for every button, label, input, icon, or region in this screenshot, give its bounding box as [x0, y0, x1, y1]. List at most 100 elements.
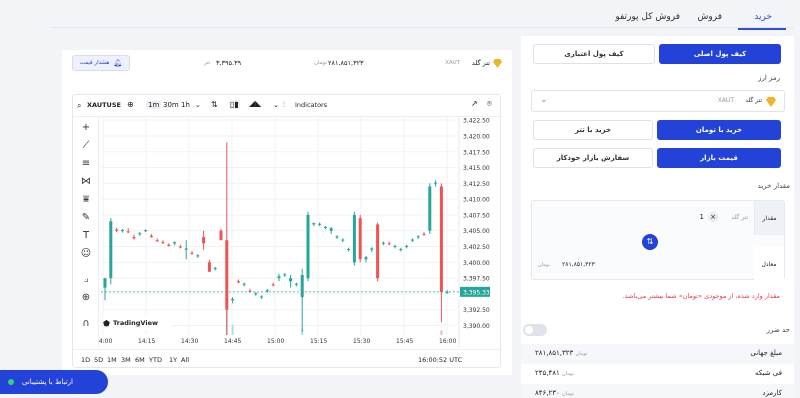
support-button[interactable]: ارتباط با پشتیبانی	[0, 370, 108, 394]
y-tick-label: 3,400.00	[463, 260, 490, 267]
area-chart-icon[interactable]: ◢◣	[249, 99, 261, 108]
brush-icon[interactable]: ✎	[79, 211, 93, 225]
indicators-icon[interactable]: ⫶	[283, 100, 285, 110]
text-icon[interactable]: T	[79, 229, 93, 243]
candle-body	[364, 257, 368, 260]
candle-body	[184, 248, 188, 250]
candle-body	[399, 249, 403, 251]
crypto-label: رمز ارز	[758, 74, 780, 82]
y-tick-label: 3,410.00	[463, 197, 490, 204]
candle-body	[149, 235, 153, 238]
candles-icon[interactable]: ▯▮	[229, 100, 240, 109]
tradingview-logo: ⬟ TradingView	[103, 315, 171, 331]
amount-field-label: مقدار	[754, 201, 784, 235]
trend-line-icon[interactable]: ⟋	[79, 139, 93, 153]
pattern-icon[interactable]: ⋈	[79, 175, 93, 189]
credit-wallet-button[interactable]: کیف پول اعتباری	[533, 44, 655, 64]
tether-gold-icon	[493, 59, 502, 68]
bell-icon: 🔔︎	[113, 59, 123, 67]
compare-icon[interactable]: ⇅	[211, 100, 218, 109]
asset-select-symbol: XAUT	[717, 97, 734, 104]
chevron-down-icon: ⌄	[540, 95, 548, 105]
stop-loss-toggle[interactable]	[523, 324, 547, 336]
candle-body	[242, 283, 246, 285]
tab-sell[interactable]: فروش	[697, 12, 722, 22]
candle-body	[410, 239, 414, 241]
y-tick-label: 3,422.50	[463, 118, 490, 125]
asset-select-name: تتر گلد	[745, 97, 762, 104]
market-price-button[interactable]: قیمت بازار	[657, 148, 781, 168]
price-alert-label: هشدار قیمت	[79, 60, 110, 66]
tether-gold-icon	[766, 97, 776, 107]
chevron-down-icon[interactable]: ⌄	[273, 101, 279, 109]
tradingview-brand: TradingView	[112, 319, 158, 327]
x-tick-label: 14:15	[138, 338, 155, 345]
asset-select[interactable]: تتر گلد XAUT ⌄	[531, 90, 785, 112]
search-icon[interactable]: ⌕	[77, 101, 81, 111]
interval-30m[interactable]: 30m	[163, 101, 179, 109]
price-chart[interactable]: 3,422.50 3,420.00 3,417.50 3,415.00 3,412.50…	[99, 117, 502, 347]
price-alert-button[interactable]: هشدار قیمت 🔔︎	[72, 55, 130, 71]
emoji-icon[interactable]: ☺	[79, 247, 93, 261]
summary-row: مبلغ جهانی ۲۸۱,۸۵۱,۳۲۳ تومان	[521, 344, 794, 364]
horizontal-lines-icon[interactable]: ≡	[79, 157, 93, 171]
range-1d[interactable]: 1D	[81, 356, 90, 364]
buy-with-tether-button[interactable]: خرید با تتر	[533, 120, 653, 140]
magnet-icon[interactable]: ∩	[79, 317, 93, 331]
candle-body	[329, 228, 333, 231]
tab-buy[interactable]: خرید	[754, 12, 772, 22]
range-3m[interactable]: 3M	[121, 356, 131, 364]
clear-icon[interactable]: ×	[708, 212, 718, 222]
candle-body	[416, 236, 420, 238]
tab-sell-portfolio[interactable]: فروش کل پورتفو	[615, 12, 680, 22]
candle-body	[207, 262, 211, 272]
buy-with-toman-button[interactable]: خرید با تومان	[657, 120, 781, 140]
candle-body	[387, 243, 391, 245]
amount-unit: تتر گلد	[731, 214, 748, 221]
candle-body	[294, 283, 298, 285]
candle-body	[132, 237, 136, 239]
candle-body	[376, 224, 380, 279]
range-ytd[interactable]: YTD	[149, 356, 162, 364]
candle-body	[393, 245, 397, 247]
chart-symbol[interactable]: XAUTUSE	[87, 101, 121, 109]
x-tick-label: 14:45	[224, 338, 241, 345]
candle-body	[231, 298, 235, 301]
range-6m[interactable]: 6M	[135, 356, 145, 364]
chevron-down-icon[interactable]: ⌄	[195, 101, 201, 109]
candle-body	[173, 242, 177, 244]
x-tick-label: 16:00	[439, 338, 456, 345]
candle-body	[213, 268, 217, 270]
main-wallet-button[interactable]: کیف پول اصلی	[659, 44, 781, 64]
open-external-icon[interactable]: ↗	[471, 99, 478, 108]
summary-unit: تومان	[562, 371, 574, 377]
equivalent-label: معادل	[754, 247, 784, 281]
x-tick-label: 15:45	[396, 338, 413, 345]
range-all[interactable]: All	[181, 356, 189, 364]
add-symbol-icon[interactable]: ⊕	[127, 100, 134, 109]
range-1m[interactable]: 1M	[107, 356, 117, 364]
volume-bar	[231, 324, 234, 335]
online-status-icon	[8, 379, 14, 385]
zoom-in-icon[interactable]: ⊕	[79, 291, 93, 305]
candle-body	[120, 230, 124, 232]
y-tick-label: 3,417.50	[463, 149, 490, 156]
order-panel: کیف پول اصلی کیف پول اعتباری رمز ارز تتر…	[521, 36, 794, 398]
y-tick-label: 3,412.50	[463, 181, 490, 188]
range-5d[interactable]: 5D	[94, 356, 103, 364]
summary-unit: تومان	[562, 391, 574, 397]
indicators-button[interactable]: Indicators	[295, 101, 327, 109]
ruler-icon[interactable]: ⟓	[79, 273, 93, 287]
range-1y[interactable]: 1Y	[169, 356, 177, 364]
equivalent-value: ۲۸۱,۸۵۱,۳۲۳	[562, 261, 595, 268]
candle-body	[283, 274, 287, 276]
amount-input[interactable]: 1	[700, 213, 704, 221]
interval-1h[interactable]: 1h	[181, 101, 190, 109]
camera-icon[interactable]: ⌾	[487, 99, 492, 109]
candle-body	[370, 248, 374, 250]
swap-icon[interactable]: ⇅	[642, 234, 658, 250]
interval-1m[interactable]: 1m	[146, 101, 162, 109]
auto-market-order-button[interactable]: سفارش بازار خودکار	[533, 148, 653, 168]
fib-icon[interactable]: ⩸	[79, 193, 93, 207]
crosshair-icon[interactable]: +	[79, 121, 93, 135]
